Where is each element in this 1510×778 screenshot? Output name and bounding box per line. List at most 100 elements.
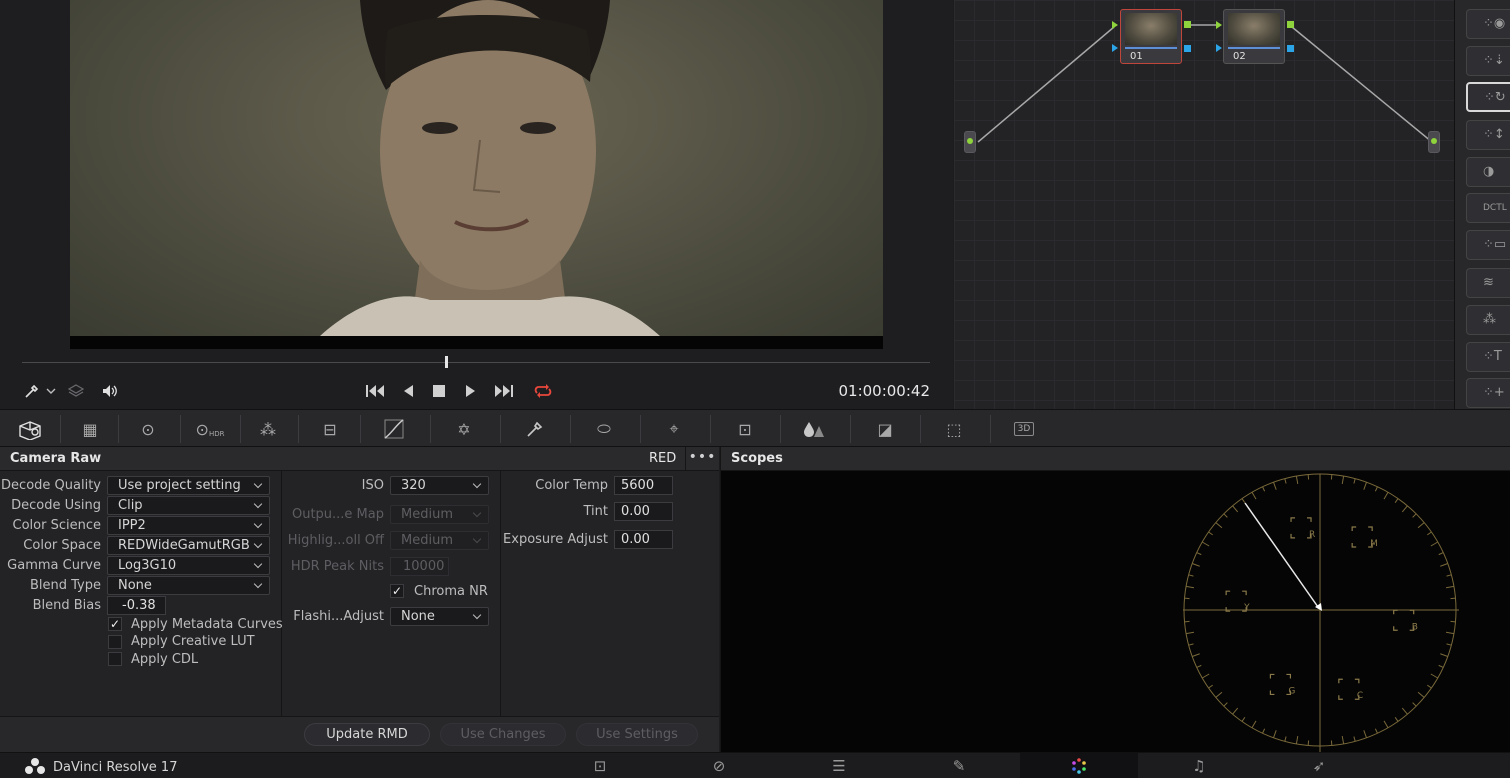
hdr-wheels-icon[interactable]: ⊙ HDR xyxy=(190,410,230,448)
iso-dropdown[interactable]: 320 xyxy=(390,476,489,495)
vectorscope-tick xyxy=(1417,691,1425,698)
vectorscope-tick xyxy=(1438,552,1444,556)
decode-using-dropdown[interactable]: Clip xyxy=(107,496,270,515)
rgb-mixer-icon[interactable]: ⁂ xyxy=(250,410,286,448)
loop-icon[interactable] xyxy=(531,382,555,400)
output-port[interactable] xyxy=(1428,131,1440,153)
node-rgb-input-icon[interactable] xyxy=(1112,21,1118,29)
node-t-icon[interactable]: ⁘T xyxy=(1466,342,1510,372)
speaker-icon[interactable] xyxy=(100,382,120,400)
skip-to-start-icon[interactable] xyxy=(364,382,386,400)
vectorscope-tick xyxy=(1446,643,1452,646)
motion-effects-icon[interactable]: ⊟ xyxy=(310,410,350,448)
vectorscope-target-label: M xyxy=(1370,539,1378,549)
color-match-icon[interactable]: ▦ xyxy=(72,410,108,448)
stop-icon[interactable] xyxy=(429,382,449,400)
3d-icon[interactable]: 3D xyxy=(1006,410,1042,448)
vectorscope-tick xyxy=(1412,513,1417,518)
node-key-input-icon[interactable] xyxy=(1112,44,1118,52)
color-space-dropdown[interactable]: REDWideGamutRGB xyxy=(107,536,270,555)
octl-icon[interactable]: DCTL xyxy=(1466,193,1510,223)
rotate-node-icon[interactable]: ⁘↻ xyxy=(1466,82,1510,112)
palette-separator xyxy=(990,415,991,443)
skip-to-end-icon[interactable] xyxy=(493,382,515,400)
bulb-icon[interactable]: ⁂ xyxy=(1466,305,1510,335)
viewer-scrubber-track[interactable] xyxy=(22,362,930,363)
split-node-icon[interactable]: ⁘↕ xyxy=(1466,120,1510,150)
fusion-icon[interactable]: ✎ xyxy=(900,753,1018,778)
node-editor[interactable]: 01 02 xyxy=(954,0,1454,409)
viewer-image[interactable] xyxy=(70,0,883,336)
exposure-adjust-field[interactable]: 0.00 xyxy=(614,530,673,549)
update-rmd-button[interactable]: Update RMD xyxy=(304,723,430,746)
deliver-icon[interactable]: ➶ xyxy=(1260,753,1378,778)
key-icon[interactable]: ◪ xyxy=(866,410,904,448)
vectorscope-tick xyxy=(1188,574,1194,577)
source-input-port[interactable] xyxy=(964,131,976,153)
palette-separator xyxy=(240,415,241,443)
eyedropper-icon[interactable] xyxy=(22,382,42,400)
layer-icon[interactable]: ⁘▭ xyxy=(1466,230,1510,260)
media-icon[interactable]: ⊡ xyxy=(541,753,659,778)
sizing-icon[interactable]: ⬚ xyxy=(936,410,972,448)
vectorscope-target-c: C xyxy=(1338,678,1363,701)
chevron-down-icon xyxy=(253,579,263,589)
davinci-logo-icon xyxy=(24,757,46,778)
play-icon[interactable] xyxy=(461,382,481,400)
node-rgb-output-icon[interactable] xyxy=(1184,21,1191,28)
play-reverse-icon[interactable] xyxy=(398,382,418,400)
color-warper-icon[interactable]: ✡ xyxy=(446,410,482,448)
eye-icon[interactable]: ⁘◉ xyxy=(1466,9,1510,39)
cut-icon[interactable]: ⊘ xyxy=(660,753,778,778)
node-rgb-output-icon[interactable] xyxy=(1287,21,1294,28)
dctl-caption: DCTL xyxy=(1483,203,1507,213)
chevron-down-icon xyxy=(472,508,482,518)
waveform-icon[interactable]: ≋ xyxy=(1466,268,1510,298)
vectorscope-tick xyxy=(1262,486,1266,492)
iso-label: ISO xyxy=(361,478,384,493)
chevron-down-icon[interactable] xyxy=(44,382,58,400)
playhead[interactable] xyxy=(445,356,448,368)
edit-icon[interactable]: ☰ xyxy=(780,753,898,778)
chroma-nr-checkbox[interactable]: ✓ xyxy=(390,584,404,598)
fairlight-icon[interactable]: ♫ xyxy=(1140,753,1258,778)
qualifier-icon[interactable] xyxy=(517,410,553,448)
color-wheels-icon[interactable]: ⊙ xyxy=(130,410,166,448)
node-02[interactable]: 02 xyxy=(1223,9,1285,64)
blend-bias-field[interactable]: -0.38 xyxy=(107,596,166,615)
tracker-icon[interactable]: ⌖ xyxy=(656,410,692,448)
node-01[interactable]: 01 xyxy=(1120,9,1182,64)
apply-cdl-checkbox[interactable] xyxy=(108,652,122,666)
window-icon[interactable]: ⬭ xyxy=(586,410,622,448)
scopes-panel: Scopes R M B C G Y xyxy=(720,447,1510,752)
curves-icon[interactable] xyxy=(376,410,412,448)
node-plus-icon[interactable]: ⁘+ xyxy=(1466,378,1510,408)
gamma-curve-dropdown[interactable]: Log3G10 xyxy=(107,556,270,575)
vectorscope-tick xyxy=(1215,691,1223,698)
node-key-output-icon[interactable] xyxy=(1184,45,1191,52)
tint-field[interactable]: 0.00 xyxy=(614,502,673,521)
download-node-icon[interactable]: ⁘⇣ xyxy=(1466,46,1510,76)
node-rgb-input-icon[interactable] xyxy=(1216,21,1222,29)
vectorscope-tick xyxy=(1201,541,1210,547)
node-key-output-icon[interactable] xyxy=(1287,45,1294,52)
decode-quality-dropdown[interactable]: Use project setting xyxy=(107,476,270,495)
flashing-adjust-dropdown[interactable]: None xyxy=(390,607,489,626)
contrast-icon[interactable]: ◑ xyxy=(1466,157,1510,187)
apply-creative-lut-checkbox[interactable] xyxy=(108,635,122,649)
color-temp-field[interactable]: 5600 xyxy=(614,476,673,495)
vectorscope-tick xyxy=(1440,563,1448,567)
vectorscope[interactable]: R M B C G Y xyxy=(1161,471,1461,752)
layers-icon[interactable] xyxy=(66,382,86,400)
options-menu-button[interactable]: ••• xyxy=(685,447,719,471)
apply-metadata-curves-checkbox[interactable]: ✓ xyxy=(108,617,122,631)
camera-raw-icon[interactable] xyxy=(12,410,48,448)
blend-type-dropdown[interactable]: None xyxy=(107,576,270,595)
color-icon[interactable] xyxy=(1020,753,1138,778)
blur-icon[interactable] xyxy=(796,410,832,448)
vectorscope-tick xyxy=(1374,486,1378,492)
color-science-dropdown[interactable]: IPP2 xyxy=(107,516,270,535)
node-tool-strip: ⁘◉ ⁘⇣ ⁘↻ ⁘↕ ◑ DCTL ⁘▭ ≋ ⁂ ⁘T ⁘+ xyxy=(1454,0,1510,409)
magic-mask-icon[interactable]: ⊡ xyxy=(726,410,764,448)
node-key-input-icon[interactable] xyxy=(1216,44,1222,52)
